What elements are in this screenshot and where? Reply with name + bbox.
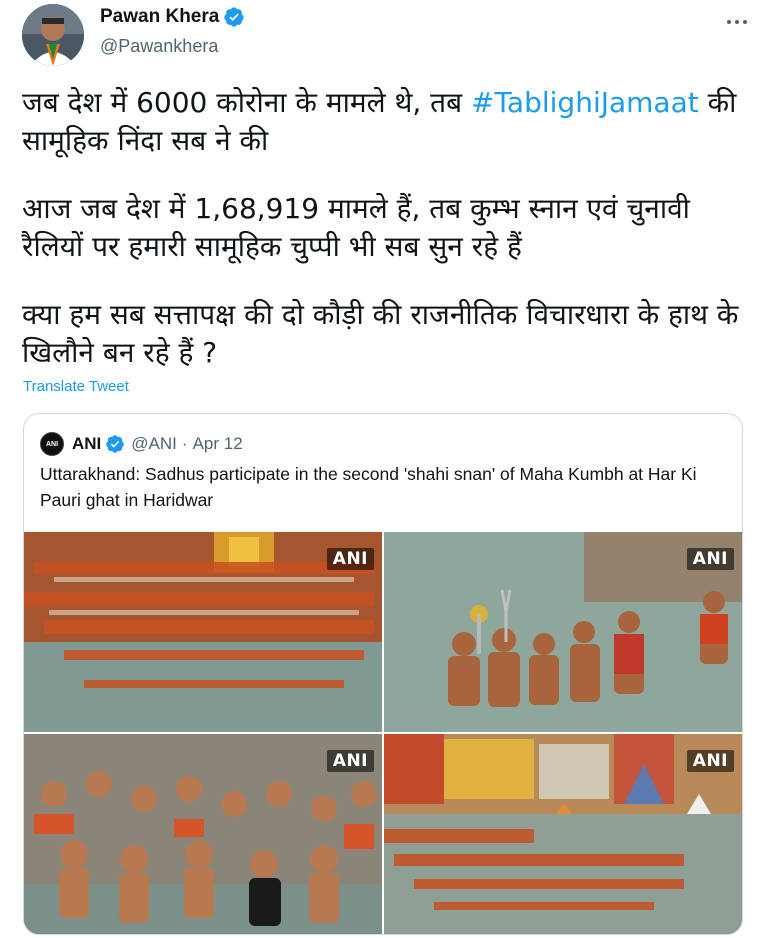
quoted-tweet-text: Uttarakhand: Sadhus participate in the s… <box>40 464 697 510</box>
quoted-tweet-date[interactable]: Apr 12 <box>193 434 243 454</box>
photo-2[interactable]: ANI <box>384 532 742 732</box>
verified-badge-icon <box>106 435 125 453</box>
avatar[interactable] <box>22 4 84 66</box>
tweet-paragraph-1: जब देश में 6000 कोरोना के मामले थे, तब #… <box>22 84 757 160</box>
tweet-card: Pawan Khera @Pawankhera जब देश में 6000 … <box>0 0 774 938</box>
photo-4[interactable]: ANI <box>384 734 742 934</box>
separator-dot: · <box>181 434 188 453</box>
photo-3[interactable]: ANI <box>24 734 382 934</box>
tweet-paragraph-3: क्या हम सब सत्तापक्ष की दो कौड़ी की राजन… <box>22 298 739 369</box>
hashtag-link[interactable]: #TablighiJamaat <box>471 86 699 119</box>
media-grid: ANI ANI ANI ANI <box>24 532 742 934</box>
photo-1[interactable]: ANI <box>24 532 382 732</box>
tweet-text: जब देश में 6000 कोरोना के मामले थे, तब #… <box>22 84 757 372</box>
tweet-text-segment: जब देश में 6000 कोरोना के मामले थे, तब <box>22 86 471 119</box>
quoted-author-handle[interactable]: @ANI <box>131 434 177 454</box>
quoted-author-name[interactable]: ANI <box>72 434 101 454</box>
tweet-paragraph-2: आज जब देश में 1,68,919 मामले हैं, तब कुम… <box>22 192 690 263</box>
author-handle[interactable]: @Pawankhera <box>100 36 218 57</box>
ani-watermark: ANI <box>686 750 734 772</box>
ani-logo: ANI <box>40 432 64 456</box>
author-name-row[interactable]: Pawan Khera <box>100 6 245 28</box>
verified-badge-icon <box>224 7 244 27</box>
ani-watermark: ANI <box>686 548 734 570</box>
more-options-icon[interactable] <box>721 12 753 32</box>
ani-watermark: ANI <box>326 750 374 772</box>
author-name[interactable]: Pawan Khera <box>100 6 219 28</box>
quoted-tweet[interactable]: ANI ANI @ANI · Apr 12 Uttarakhand: Sadhu… <box>23 413 743 935</box>
quoted-tweet-header: ANI ANI @ANI · Apr 12 <box>40 432 243 456</box>
avatar-image <box>22 4 84 66</box>
ani-watermark: ANI <box>326 548 374 570</box>
translate-tweet-link[interactable]: Translate Tweet <box>23 378 129 395</box>
